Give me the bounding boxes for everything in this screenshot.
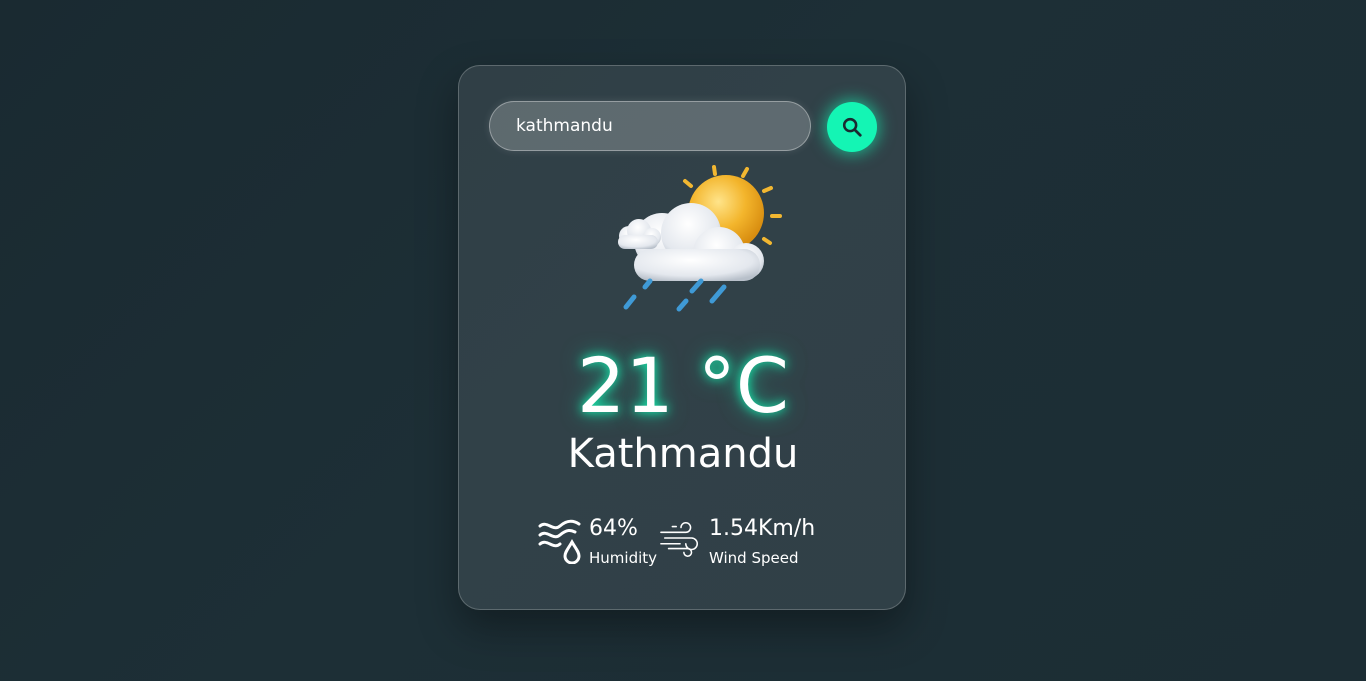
search-button[interactable] [827, 102, 877, 152]
weather-card: 21 °C Kathmandu 64% Humidity [458, 65, 906, 610]
wind-icon [660, 522, 698, 557]
temperature-value: 21 °C [577, 341, 789, 430]
wind-detail: 1.54Km/h Wind Speed [659, 514, 815, 570]
humidity-detail: 64% Humidity [537, 514, 657, 570]
city-name: Kathmandu [567, 431, 799, 477]
humidity-value: 64% [589, 516, 638, 541]
search-icon [842, 117, 862, 137]
search-input[interactable] [489, 101, 811, 151]
humidity-label: Humidity [589, 549, 658, 567]
wind-label: Wind Speed [709, 549, 799, 567]
wind-value: 1.54Km/h [709, 516, 816, 541]
humidity-icon [538, 519, 581, 564]
sun-cloud-rain-icon [618, 165, 782, 312]
